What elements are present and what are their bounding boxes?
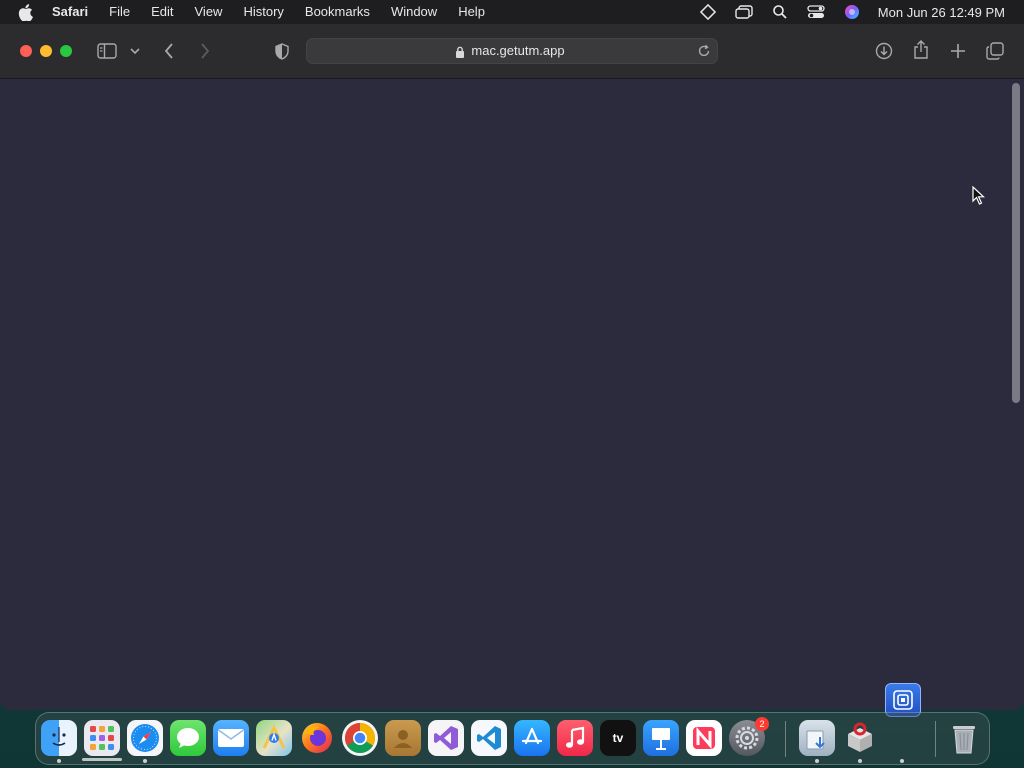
back-icon[interactable] — [160, 41, 178, 61]
mouse-cursor-icon — [972, 185, 986, 211]
launchpad-icon[interactable] — [84, 720, 120, 756]
vertical-scrollbar[interactable] — [1012, 83, 1020, 403]
archive-running-indicator — [858, 759, 862, 763]
settings-notification-badge: 2 — [755, 717, 769, 731]
search-icon[interactable] — [770, 3, 790, 21]
menu-app-name[interactable]: Safari — [52, 0, 88, 24]
web-content[interactable] — [0, 79, 1024, 710]
news-icon[interactable] — [686, 720, 722, 756]
close-window-button[interactable] — [20, 45, 32, 57]
safari-app-icon[interactable] — [127, 720, 163, 756]
utm-running-indicator — [900, 759, 904, 763]
new-tab-icon[interactable] — [948, 41, 968, 61]
diamond-status-icon[interactable] — [698, 3, 718, 21]
downloads-stack-icon[interactable] — [799, 720, 835, 756]
menu-edit[interactable]: Edit — [151, 0, 173, 24]
tab-overview-icon[interactable] — [985, 41, 1005, 61]
safari-running-indicator — [143, 759, 147, 763]
dock-scroll-indicator — [82, 758, 122, 761]
maximize-window-button[interactable] — [60, 45, 72, 57]
safari-window: mac.getutm.app — [0, 24, 1024, 710]
minimize-window-button[interactable] — [40, 45, 52, 57]
safari-toolbar: mac.getutm.app — [0, 24, 1024, 79]
apple-tv-icon[interactable]: tv — [600, 720, 636, 756]
keynote-icon[interactable] — [643, 720, 679, 756]
mail-icon[interactable] — [213, 720, 249, 756]
forward-icon[interactable] — [196, 41, 214, 61]
share-icon[interactable] — [911, 39, 931, 61]
visual-studio-icon[interactable] — [428, 720, 464, 756]
chrome-icon[interactable] — [342, 720, 378, 756]
firefox-icon[interactable] — [299, 720, 335, 756]
chevron-down-icon[interactable] — [128, 44, 142, 58]
downloads-indicator — [815, 759, 819, 763]
apple-tv-label: tv — [612, 731, 624, 745]
dock-separator — [785, 721, 786, 757]
menu-file[interactable]: File — [109, 0, 130, 24]
menu-window[interactable]: Window — [391, 0, 437, 24]
apple-menu-icon[interactable] — [18, 3, 36, 21]
archive-utility-icon[interactable] — [842, 720, 878, 756]
control-center-icon[interactable] — [806, 3, 826, 21]
menu-clock[interactable]: Mon Jun 26 12:49 PM — [878, 5, 1005, 20]
maps-icon[interactable] — [256, 720, 292, 756]
reload-icon[interactable] — [697, 44, 711, 63]
url-text: mac.getutm.app — [471, 43, 565, 58]
vscode-icon[interactable] — [471, 720, 507, 756]
menu-view[interactable]: View — [195, 0, 223, 24]
window-switcher-icon[interactable] — [734, 3, 754, 21]
menu-history[interactable]: History — [243, 0, 283, 24]
app-store-icon[interactable] — [514, 720, 550, 756]
address-bar[interactable]: mac.getutm.app — [306, 38, 718, 64]
dock-separator-trash — [935, 721, 936, 757]
finder-running-indicator — [57, 759, 61, 763]
sidebar-toggle-icon[interactable] — [96, 41, 118, 61]
finder-icon[interactable] — [41, 720, 77, 756]
music-icon[interactable] — [557, 720, 593, 756]
menu-help[interactable]: Help — [458, 0, 485, 24]
trash-icon[interactable] — [946, 720, 982, 756]
menu-bar: Safari File Edit View History Bookmarks … — [0, 0, 1024, 24]
privacy-shield-icon[interactable] — [273, 41, 291, 61]
menu-bookmarks[interactable]: Bookmarks — [305, 0, 370, 24]
messages-icon[interactable] — [170, 720, 206, 756]
downloads-icon[interactable] — [874, 41, 894, 61]
system-settings-icon[interactable]: 2 — [729, 717, 769, 756]
dock: tv 2 — [35, 712, 990, 765]
contacts-icon[interactable] — [385, 720, 421, 756]
siri-icon[interactable] — [842, 3, 862, 21]
